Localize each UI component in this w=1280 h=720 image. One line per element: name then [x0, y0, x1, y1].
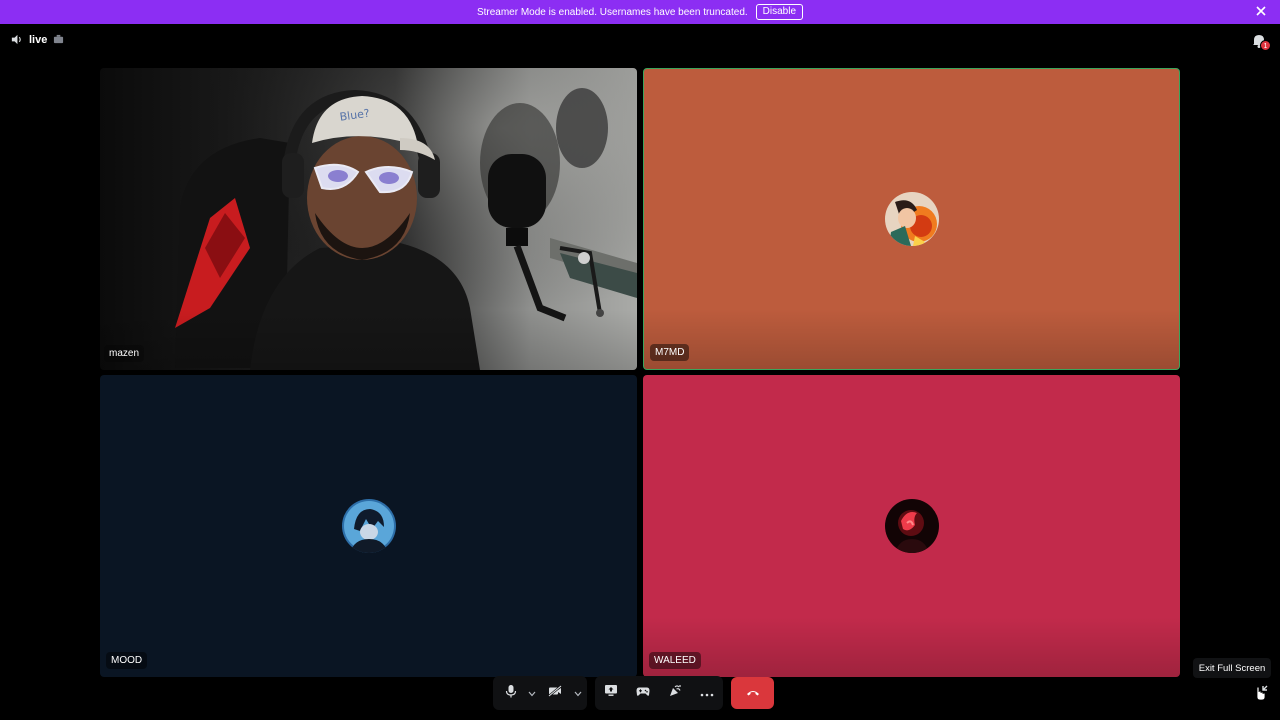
stream-icon — [53, 34, 64, 45]
activity-controls — [595, 676, 723, 710]
channel-name: live — [29, 33, 48, 46]
streamer-mode-banner: Streamer Mode is enabled. Usernames have… — [0, 0, 1280, 24]
close-icon[interactable] — [1254, 4, 1268, 18]
participant-name: WALEED — [649, 652, 701, 669]
disconnect-button[interactable] — [731, 677, 774, 709]
banner-message: Streamer Mode is enabled. Usernames have… — [476, 6, 748, 18]
call-header: live 1 — [0, 24, 1280, 56]
gamepad-icon — [636, 684, 650, 702]
screen-share-icon — [604, 684, 618, 702]
screen-share-button[interactable] — [595, 676, 627, 710]
exit-fullscreen-tooltip: Exit Full Screen — [1193, 658, 1271, 678]
audio-options-button[interactable] — [525, 676, 539, 710]
video-tile-mazen[interactable]: Blue? mazen — [100, 68, 637, 370]
exit-fullscreen-button[interactable] — [1252, 684, 1270, 702]
inbox-button[interactable]: 1 — [1250, 32, 1271, 51]
avatar — [884, 499, 939, 553]
avatar — [341, 499, 396, 553]
speaker-icon — [10, 33, 23, 46]
hang-up-icon — [746, 684, 760, 702]
video-options-button[interactable] — [571, 676, 585, 710]
more-options-button[interactable] — [691, 676, 723, 710]
microphone-icon — [505, 684, 517, 703]
more-icon — [700, 684, 714, 702]
soundboard-icon — [668, 684, 682, 703]
exit-fullscreen-icon — [1252, 685, 1270, 706]
camera-off-icon — [548, 684, 562, 702]
participant-tile-mood[interactable]: MOOD — [100, 375, 637, 677]
participant-name: M7MD — [650, 344, 690, 361]
avatar — [884, 192, 939, 246]
participant-tile-m7md[interactable]: M7MD — [643, 68, 1180, 370]
soundboard-button[interactable] — [659, 676, 691, 710]
chevron-down-icon — [574, 684, 582, 702]
camera-button[interactable] — [539, 676, 571, 710]
participant-name: mazen — [104, 345, 145, 362]
chevron-down-icon — [528, 684, 536, 702]
activities-button[interactable] — [627, 676, 659, 710]
mute-button[interactable] — [497, 676, 525, 710]
participant-tile-waleed[interactable]: WALEED — [643, 375, 1180, 677]
participant-name: MOOD — [106, 652, 148, 669]
inbox-badge: 1 — [1260, 40, 1271, 51]
audio-video-controls — [493, 676, 587, 710]
disable-streamer-mode-button[interactable]: Disable — [755, 4, 804, 20]
channel-header[interactable]: live — [10, 33, 64, 46]
